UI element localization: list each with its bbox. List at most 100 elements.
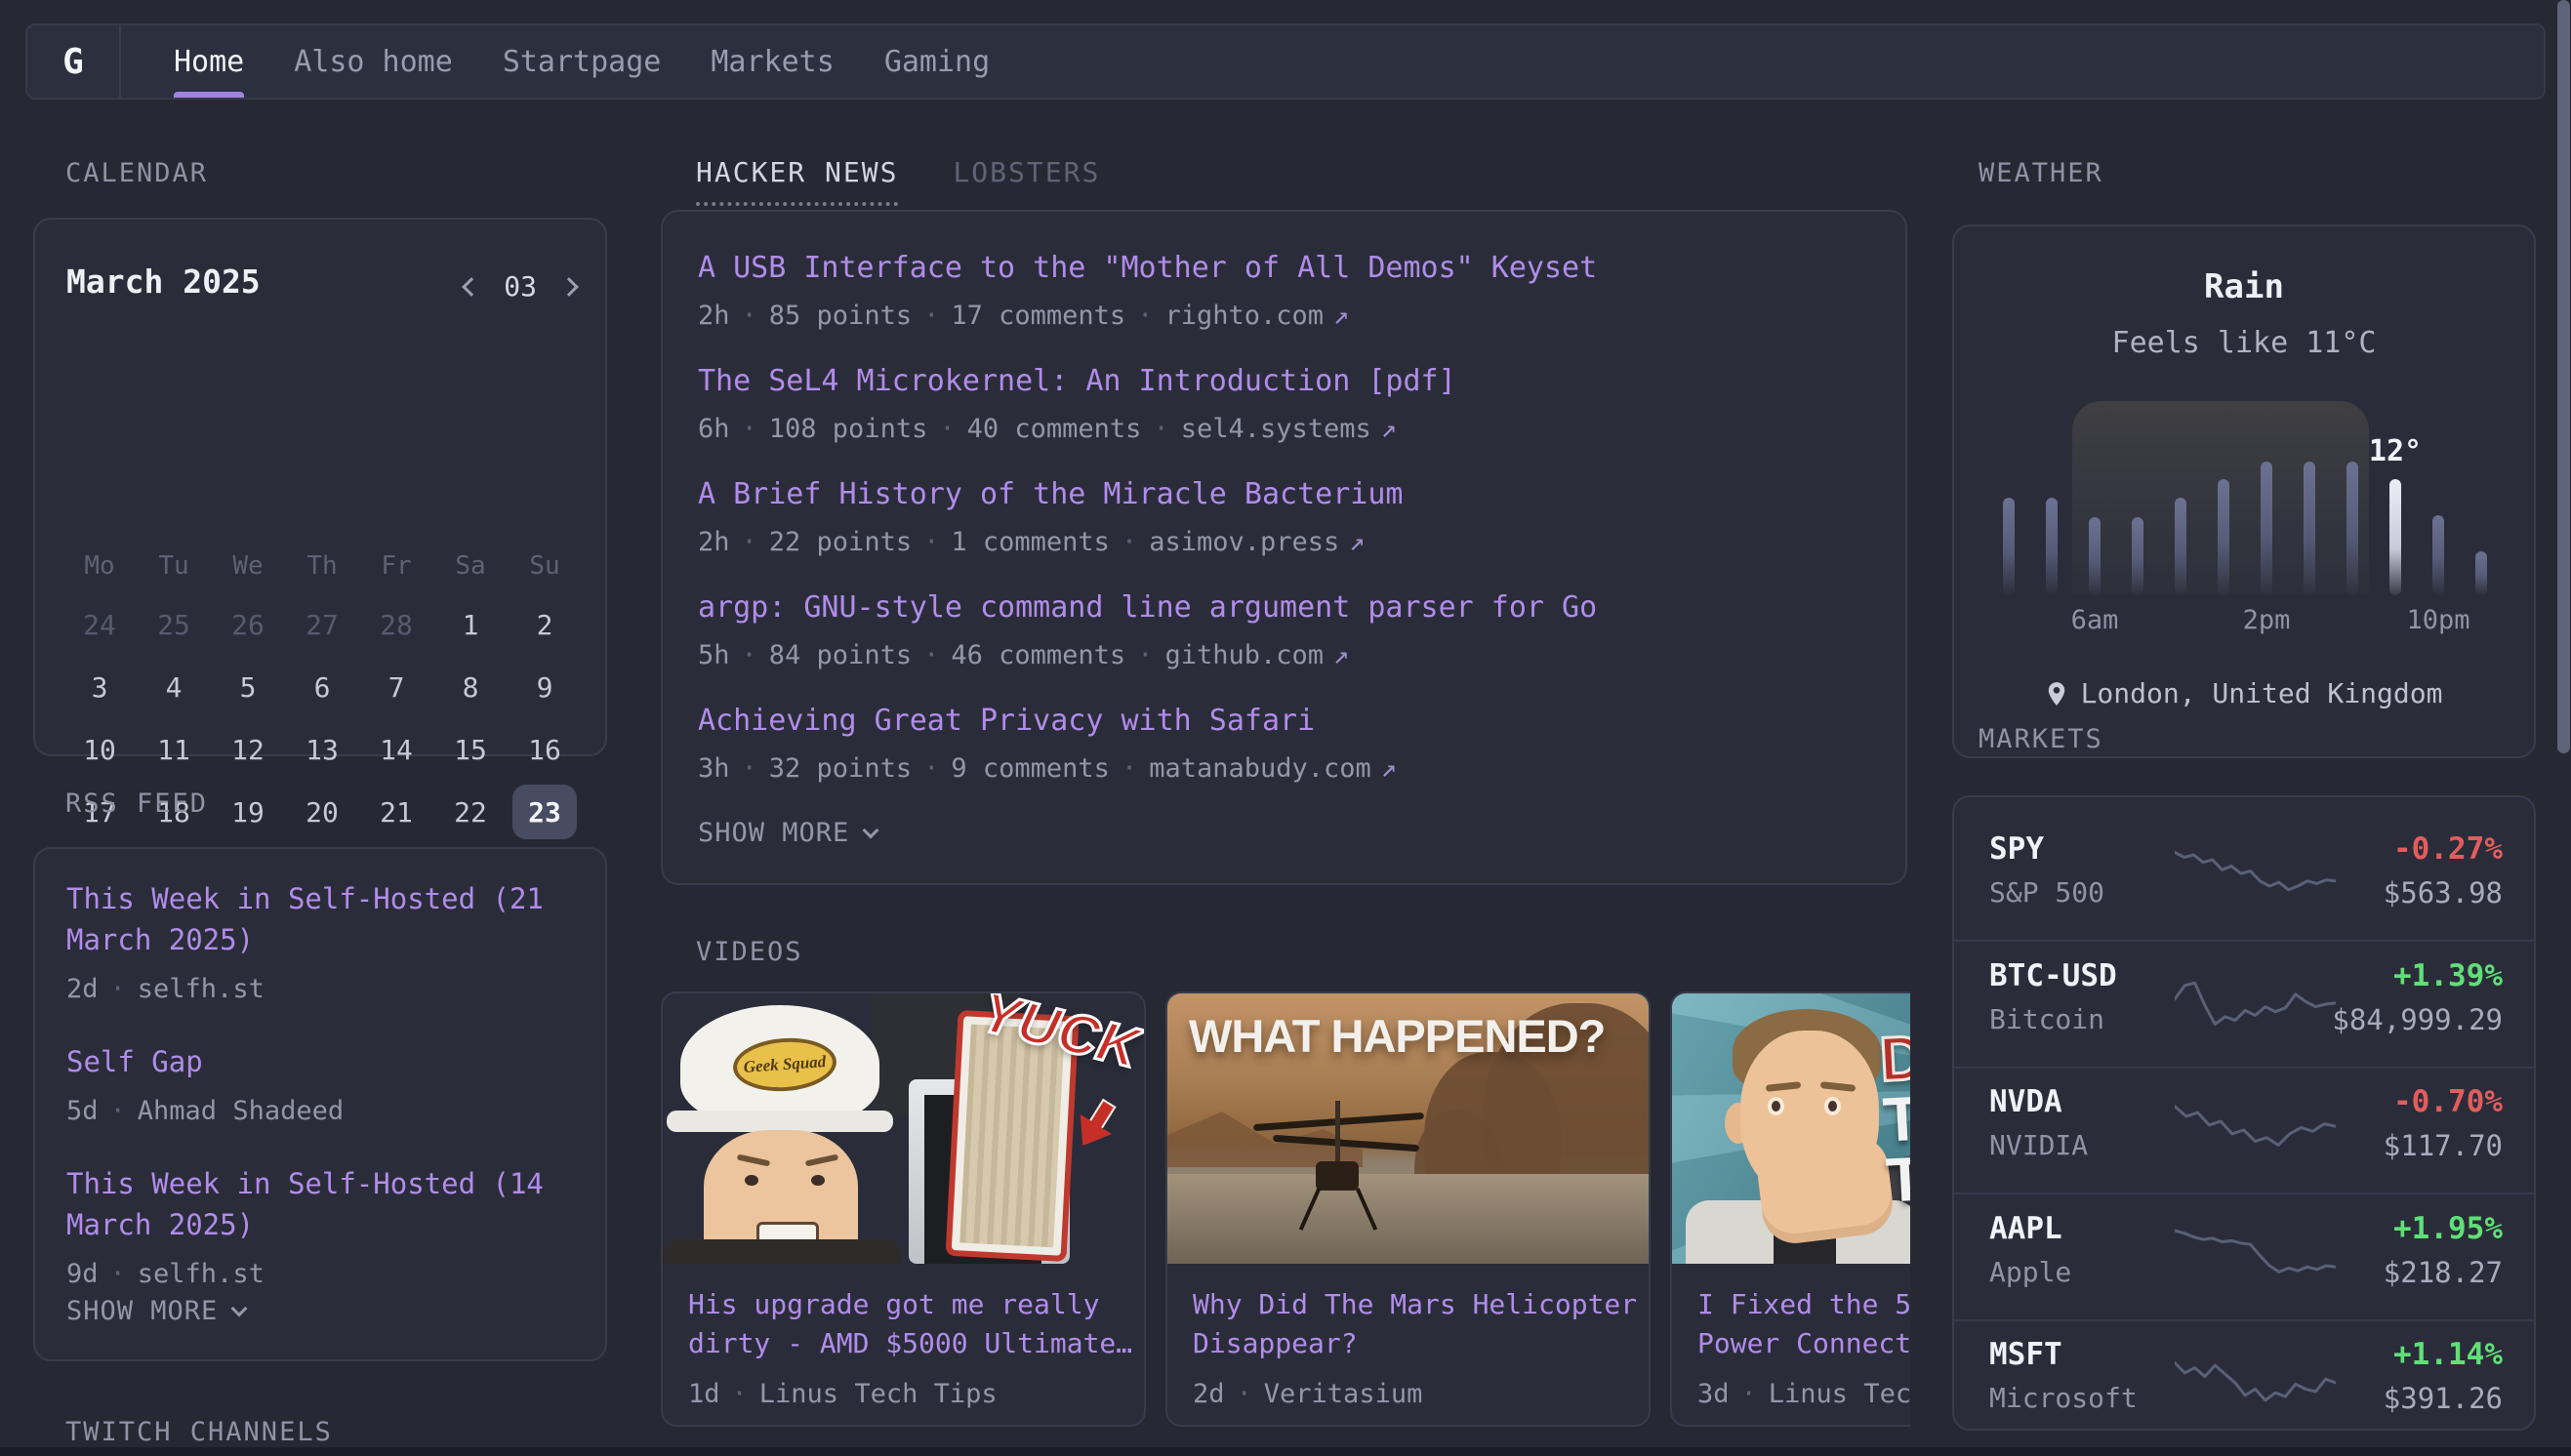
rss-item-title[interactable]: This Week in Self-Hosted (21 March 2025) [66, 878, 574, 960]
calendar-prev-icon[interactable] [462, 277, 481, 297]
market-row-spy[interactable]: SPYS&P 500-0.27%$563.98 [1954, 815, 2536, 942]
news-item-points: 22 points [769, 527, 912, 557]
sparkline-chart [2175, 1342, 2336, 1424]
rss-list: This Week in Self-Hosted (21 March 2025)… [66, 878, 574, 1289]
calendar-day[interactable]: 22 [438, 785, 503, 839]
video-card[interactable]: WHAT HAPPENED? Why Did The Mars Helicopt… [1165, 991, 1651, 1427]
right-column: WEATHER Rain Feels like 11°C 12° 6am2pm1… [1952, 0, 2536, 1456]
video-title[interactable]: I Fixed the 5 [1697, 1285, 1910, 1324]
calendar-day[interactable]: 10 [67, 722, 132, 777]
video-card[interactable]: Geek Squad YUCK His upgrade [661, 991, 1146, 1427]
twitch-heading: TWITCH CHANNELS [65, 1417, 333, 1447]
calendar-day[interactable]: 25 [142, 597, 206, 652]
weather-bar [2218, 479, 2229, 595]
calendar-day[interactable]: 3 [67, 660, 132, 714]
news-item-domain[interactable]: github.com [1164, 640, 1324, 670]
calendar-day[interactable]: 26 [216, 597, 280, 652]
calendar-day[interactable]: 11 [142, 722, 206, 777]
calendar-day[interactable]: 5 [216, 660, 280, 714]
calendar-day-selected[interactable]: 23 [512, 785, 577, 839]
eye [1824, 1097, 1841, 1115]
videos-heading: VIDEOS [696, 937, 803, 967]
news-item-title[interactable]: argp: GNU-style command line argument pa… [698, 590, 1870, 625]
market-price: $218.27 [2384, 1256, 2503, 1289]
news-item-title[interactable]: The SeL4 Microkernel: An Introduction [p… [698, 364, 1870, 398]
news-show-more-label: SHOW MORE [698, 818, 849, 848]
thumbnail-text: WHAT HAPPENED? [1189, 1009, 1605, 1063]
dot-separator: · [742, 640, 757, 670]
calendar-day[interactable]: 21 [364, 785, 428, 839]
calendar-day[interactable]: 4 [142, 660, 206, 714]
calendar-next-icon[interactable] [559, 277, 579, 297]
tab-lobsters[interactable]: LOBSTERS [953, 156, 1100, 206]
video-card[interactable]: DO TH T I Fixed the 5 Power Connect 3d·L… [1670, 991, 1910, 1427]
calendar-month-badge: 03 [504, 270, 537, 303]
rss-item-title[interactable]: Self Gap [66, 1041, 574, 1082]
dot-separator: · [742, 301, 757, 331]
news-show-more-button[interactable]: SHOW MORE [698, 818, 877, 848]
calendar-day[interactable]: 27 [290, 597, 354, 652]
news-item-title[interactable]: A Brief History of the Miracle Bacterium [698, 477, 1870, 511]
weather-location: London, United Kingdom [1954, 677, 2534, 709]
weather-card: Rain Feels like 11°C 12° 6am2pm10pm Lond… [1952, 224, 2536, 758]
news-item-domain[interactable]: sel4.systems [1181, 414, 1371, 444]
video-time: 3d [1697, 1379, 1730, 1409]
calendar-day[interactable]: 16 [512, 722, 577, 777]
calendar-day[interactable]: 8 [438, 660, 503, 714]
calendar-day[interactable]: 7 [364, 660, 428, 714]
rss-item: This Week in Self-Hosted (21 March 2025)… [66, 878, 574, 1004]
tab-hacker-news[interactable]: HACKER NEWS [696, 156, 898, 206]
eye [1768, 1097, 1784, 1115]
calendar-day[interactable]: 28 [364, 597, 428, 652]
dot-separator: · [923, 301, 939, 331]
news-item-comments: 1 comments [951, 527, 1110, 557]
dashboard-page: G HomeAlso homeStartpageMarketsGaming CA… [0, 0, 2571, 1456]
calendar-day[interactable]: 2 [512, 597, 577, 652]
news-item-time: 3h [698, 753, 730, 784]
market-row-nvda[interactable]: NVDANVIDIA-0.70%$117.70 [1954, 1068, 2536, 1194]
market-row-msft[interactable]: MSFTMicrosoft+1.14%$391.26 [1954, 1320, 2536, 1431]
market-change: +1.39% [2393, 958, 2503, 993]
calendar-heading: CALENDAR [65, 158, 208, 188]
market-symbol: BTC-USD [1989, 958, 2117, 993]
sparkline-chart [2175, 963, 2336, 1045]
news-item-domain[interactable]: asimov.press [1149, 527, 1339, 557]
video-thumbnail[interactable]: WHAT HAPPENED? [1167, 993, 1649, 1264]
rss-show-more-button[interactable]: SHOW MORE [66, 1296, 245, 1326]
scrollbar-thumb[interactable] [2557, 0, 2570, 753]
dot-separator: · [1137, 301, 1153, 331]
calendar-day[interactable]: 13 [290, 722, 354, 777]
calendar-day[interactable]: 6 [290, 660, 354, 714]
weather-condition: Rain [1954, 267, 2534, 306]
calendar-day[interactable]: 19 [216, 785, 280, 839]
video-thumbnail[interactable]: DO TH T [1672, 993, 1910, 1264]
news-item-time: 2h [698, 301, 730, 331]
video-title[interactable]: Why Did The Mars Helicopter [1193, 1285, 1629, 1324]
video-title[interactable]: Power Connect [1697, 1324, 1910, 1363]
weather-bar [2432, 515, 2444, 595]
calendar-day[interactable]: 1 [438, 597, 503, 652]
news-item-domain[interactable]: matanabudy.com [1149, 753, 1371, 784]
video-time: 2d [1193, 1379, 1225, 1409]
weather-bar [2304, 462, 2315, 595]
video-thumbnail[interactable]: Geek Squad YUCK [663, 993, 1144, 1264]
calendar-day[interactable]: 14 [364, 722, 428, 777]
calendar-day[interactable]: 20 [290, 785, 354, 839]
video-channel: Linus Tec [1769, 1379, 1910, 1409]
video-title[interactable]: dirty - AMD $5000 Ultimate… [688, 1324, 1124, 1363]
calendar-day[interactable]: 15 [438, 722, 503, 777]
news-item-domain[interactable]: righto.com [1164, 301, 1324, 331]
video-title[interactable]: His upgrade got me really [688, 1285, 1124, 1324]
news-item-title[interactable]: Achieving Great Privacy with Safari [698, 704, 1870, 738]
calendar-day[interactable]: 9 [512, 660, 577, 714]
market-row-btc-usd[interactable]: BTC-USDBitcoin+1.39%$84,999.29 [1954, 942, 2536, 1069]
rss-item-title[interactable]: This Week in Self-Hosted (14 March 2025) [66, 1163, 574, 1245]
calendar-day[interactable]: 12 [216, 722, 280, 777]
market-row-aapl[interactable]: AAPLApple+1.95%$218.27 [1954, 1194, 2536, 1321]
video-title[interactable]: Disappear? [1193, 1324, 1629, 1363]
news-item: A USB Interface to the "Mother of All De… [698, 251, 1870, 331]
news-item-title[interactable]: A USB Interface to the "Mother of All De… [698, 251, 1870, 285]
location-pin-icon [2046, 681, 2067, 707]
news-item-comments: 46 comments [951, 640, 1125, 670]
calendar-day[interactable]: 24 [67, 597, 132, 652]
